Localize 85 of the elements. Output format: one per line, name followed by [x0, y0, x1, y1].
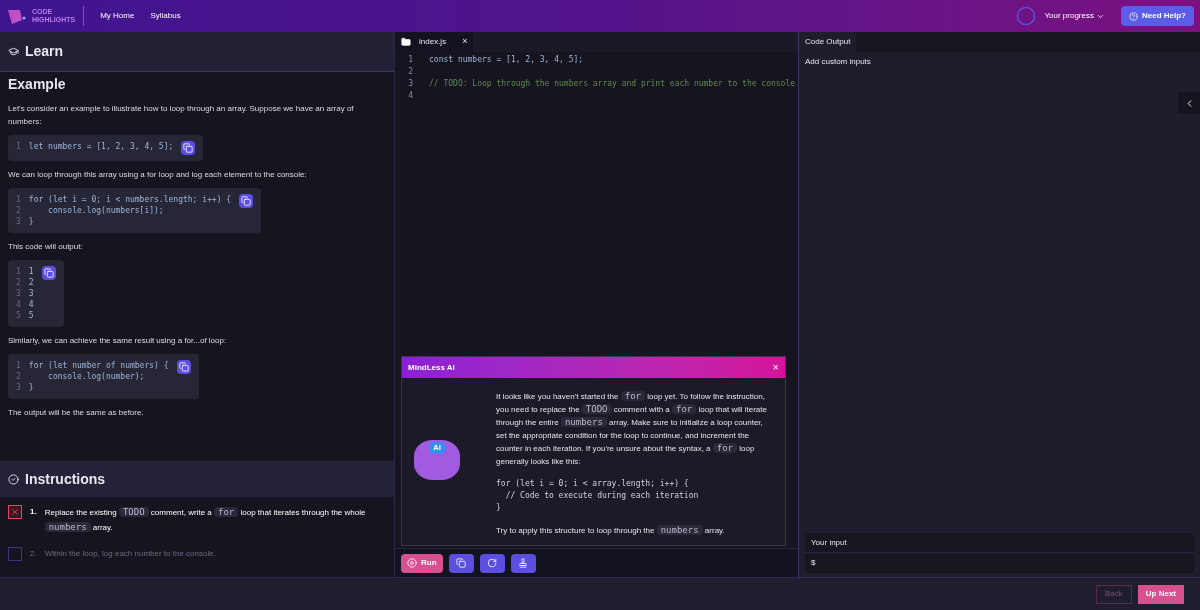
copy-icon — [456, 558, 467, 568]
code-line: console.log(numbers[i]); — [47, 205, 164, 216]
file-tab[interactable]: index.js × — [395, 32, 474, 52]
ai-title: MindLess AI — [408, 361, 455, 374]
code-line: 4 — [28, 299, 34, 310]
copy-icon — [178, 362, 189, 372]
failed-checkbox[interactable] — [8, 505, 22, 519]
line-number: 3 — [16, 288, 21, 299]
copy-button[interactable] — [181, 141, 196, 155]
line-number: 1 — [16, 141, 21, 152]
checkbox[interactable] — [8, 547, 22, 561]
code-line: 2 — [28, 277, 34, 288]
folder-icon — [401, 37, 411, 47]
next-button[interactable]: Up Next — [1137, 584, 1184, 604]
play-icon — [407, 558, 417, 568]
nav-link[interactable]: My Home — [100, 10, 135, 22]
learn-title: Learn — [25, 42, 64, 61]
line-number: 1 — [16, 360, 21, 371]
line-number: 3 — [407, 78, 414, 90]
copy-icon — [43, 268, 54, 278]
graduation-cap-icon — [8, 46, 19, 57]
nav-link[interactable]: Syllabus — [150, 10, 181, 22]
code-line: let numbers = [1, 2, 3, 4, 5]; — [28, 141, 174, 152]
ai-message: It looks like you haven't started the for loop yet. To follow the instruction, you need to replace the TODO comment with a for loop that will iterate through the entire numbers array. Make sure to initialize a loop counter, set the appropriate condition for the loop to continue, and increment the counter in each iteration. If you're unsure about the syntax, a for loop generally looks like this: — [496, 390, 768, 468]
line-number: 4 — [407, 90, 414, 102]
copy-button[interactable] — [239, 194, 254, 208]
paragraph: This code will output: — [8, 241, 84, 253]
code-line: for (let i = 0; i < numbers.length; i++) { — [28, 194, 232, 205]
code-snippet: for (let i = 0; i < array.length; i++) { // Code to execute during each iteration } — [496, 478, 700, 514]
step-number: 1. — [30, 506, 37, 518]
line-number: 4 — [16, 299, 21, 310]
custom-inputs-label: Add custom inputs — [804, 56, 872, 68]
ai-mascot-drawing: AI — [414, 440, 460, 480]
line-number: 1 — [16, 194, 21, 205]
progress-ring-icon — [1016, 6, 1037, 26]
copy-icon — [183, 143, 194, 153]
collapse-button[interactable] — [1178, 92, 1200, 114]
copy-button[interactable] — [448, 553, 474, 573]
paragraph: Let's consider an example to illustrate how to loop through an array. Suppose we have an array of numbers: — [8, 103, 355, 128]
code-line: console.log(number); — [47, 371, 145, 382]
line-number: 1 — [407, 54, 414, 66]
run-button[interactable]: Run — [401, 553, 443, 573]
stamp-icon — [518, 558, 529, 568]
code-line: 3 — [28, 288, 34, 299]
line-number: 2 — [16, 205, 21, 216]
copy-button[interactable] — [176, 360, 191, 374]
help-icon — [1129, 11, 1138, 21]
section-heading: Example — [8, 75, 67, 94]
progress-dropdown[interactable]: Your progress — [1044, 10, 1105, 22]
code-line: 1 — [28, 266, 34, 277]
close-tab-button[interactable]: × — [462, 35, 468, 49]
paragraph: We can loop through this array using a for loop and log each element to the console: — [8, 169, 308, 181]
refresh-icon — [487, 558, 498, 568]
output-tab[interactable]: Code Output — [799, 32, 857, 52]
code-line: for (let number of numbers) { — [28, 360, 169, 371]
help-button[interactable]: Need Help? — [1121, 6, 1194, 26]
close-button[interactable]: × — [772, 359, 779, 376]
instruction-text: Replace the existing TODO comment, write a for loop that iterates through the whole numbers array. — [44, 506, 367, 534]
line-number: 3 — [16, 216, 21, 227]
ai-message: Try to apply this structure to loop through the numbers array. — [496, 524, 726, 537]
check-circle-icon — [8, 473, 19, 485]
line-number: 3 — [16, 382, 21, 393]
paragraph: Similarly, we can achieve the same result using a for...of loop: — [8, 335, 228, 347]
reset-button[interactable] — [479, 553, 505, 573]
cross-icon — [10, 507, 20, 517]
code-line: } — [28, 216, 34, 227]
paragraph: The output will be the same as before. — [8, 407, 145, 419]
line-number: 2 — [16, 371, 21, 382]
tab-label: index.js — [419, 36, 447, 48]
code-line: const numbers = [1, 2, 3, 4, 5]; — [428, 54, 584, 66]
stamp-button[interactable] — [510, 553, 536, 573]
input-label: Your input — [805, 533, 1194, 553]
step-number: 2. — [30, 548, 37, 560]
code-line: 5 — [28, 310, 34, 321]
line-number: 1 — [16, 266, 21, 277]
copy-icon — [241, 196, 252, 206]
line-number: 5 — [16, 310, 21, 321]
code-line: } — [28, 382, 34, 393]
input-field[interactable]: $ — [805, 553, 1194, 573]
instructions-title: Instructions — [25, 469, 106, 489]
code-line: // TODO: Loop through the numbers array and print each number to the console — [428, 78, 796, 90]
copy-button[interactable] — [41, 266, 56, 280]
line-number: 2 — [16, 277, 21, 288]
line-number: 2 — [407, 66, 414, 78]
instruction-text: Within the loop, log each number to the console. — [44, 548, 216, 560]
